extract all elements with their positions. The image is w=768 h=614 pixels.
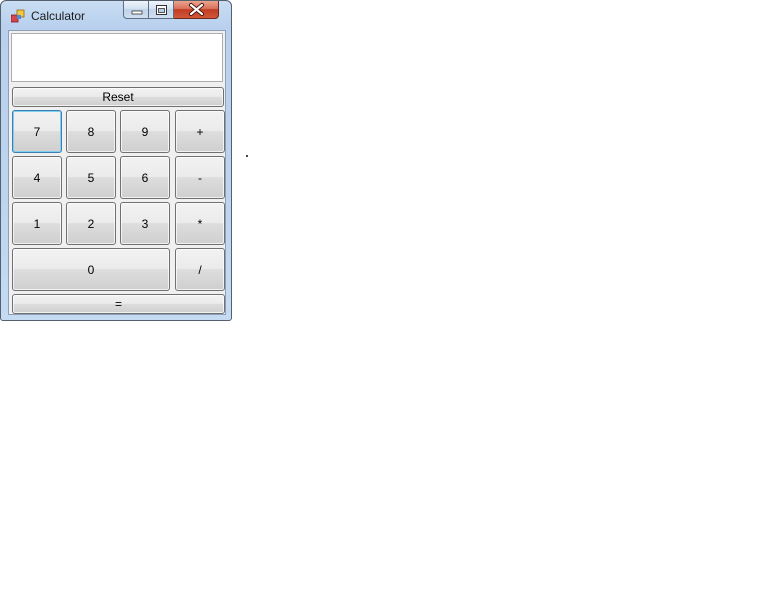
close-button[interactable] xyxy=(174,1,219,19)
minus-button[interactable]: - xyxy=(175,156,225,199)
digit-7-button[interactable]: 7 xyxy=(12,110,62,153)
window-title: Calculator xyxy=(31,9,86,23)
minimize-icon xyxy=(131,10,143,15)
equals-button[interactable]: = xyxy=(12,294,225,314)
reset-button[interactable]: Reset xyxy=(12,87,224,107)
maximize-button[interactable] xyxy=(149,1,174,19)
result-display[interactable] xyxy=(11,33,223,82)
app-icon xyxy=(11,9,25,23)
caption-buttons xyxy=(123,1,219,20)
restore-icon xyxy=(156,5,167,15)
digit-1-button[interactable]: 1 xyxy=(12,202,62,245)
client-area: Reset 7 8 9 + 4 5 6 - 1 2 3 * 0 / = xyxy=(8,30,226,315)
digit-6-button[interactable]: 6 xyxy=(120,156,170,199)
digit-2-button[interactable]: 2 xyxy=(66,202,116,245)
close-icon xyxy=(189,3,204,16)
digit-3-button[interactable]: 3 xyxy=(120,202,170,245)
multiply-button[interactable]: * xyxy=(175,202,225,245)
minimize-button[interactable] xyxy=(123,1,149,19)
digit-4-button[interactable]: 4 xyxy=(12,156,62,199)
title-bar[interactable]: Calculator xyxy=(1,1,231,30)
divide-button[interactable]: / xyxy=(175,248,225,291)
digit-8-button[interactable]: 8 xyxy=(66,110,116,153)
plus-button[interactable]: + xyxy=(175,110,225,153)
stray-dot xyxy=(246,155,248,157)
digit-9-button[interactable]: 9 xyxy=(120,110,170,153)
calculator-window: Calculator Reset 7 8 9 + 4 5 6 - 1 2 3 *… xyxy=(0,0,232,321)
digit-0-button[interactable]: 0 xyxy=(12,248,170,291)
digit-5-button[interactable]: 5 xyxy=(66,156,116,199)
